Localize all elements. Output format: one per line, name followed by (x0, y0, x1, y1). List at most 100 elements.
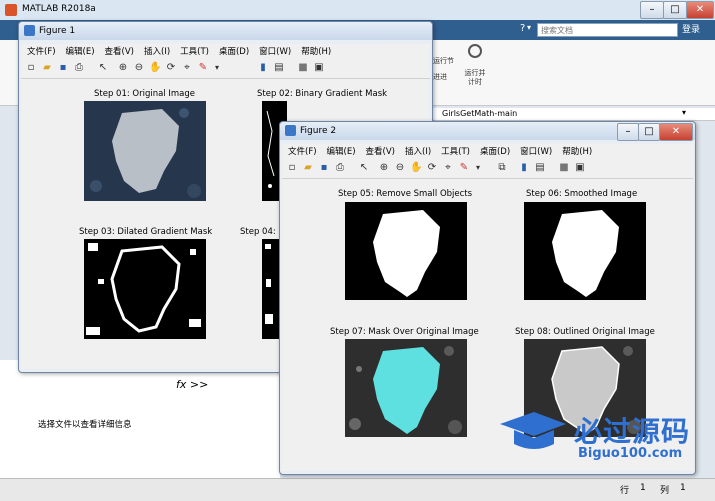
current-folder-path[interactable]: GirlsGetMath-main (442, 109, 517, 118)
image-step-01 (84, 101, 206, 201)
current-folder-bar: GirlsGetMath-main ▾ (430, 108, 715, 121)
hide-plot-tools-icon[interactable]: ■ (558, 162, 570, 174)
open-icon[interactable]: ▰ (302, 162, 314, 174)
figure-2-toolbar: ▫ ▰ ▪ ⎙ ↖ ⊕ ⊖ ✋ ⟳ ⌖ ✎ ▾ ⧉ ▮ ▤ ■ ▣ (282, 160, 693, 179)
data-cursor-icon[interactable]: ⌖ (442, 162, 454, 174)
open-icon[interactable]: ▰ (41, 62, 53, 74)
menu-edit[interactable]: 编辑(E) (327, 144, 356, 160)
details-panel: 选择文件以查看详细信息 (0, 360, 171, 478)
doc-search-input[interactable]: 搜索文档 (537, 23, 678, 37)
figure-2-close-button[interactable]: ✕ (659, 123, 693, 141)
zoom-in-icon[interactable]: ⊕ (378, 162, 390, 174)
col-label: 列 (660, 486, 670, 496)
brush-icon[interactable]: ✎ (458, 162, 470, 174)
image-step-06 (524, 202, 646, 300)
menu-help[interactable]: 帮助(H) (562, 144, 592, 160)
folder-dropdown-icon[interactable]: ▾ (682, 108, 686, 117)
caption-step-08: Step 08: Outlined Original Image (515, 327, 655, 337)
figure-2-maximize-button[interactable]: □ (638, 123, 660, 141)
zoom-out-icon[interactable]: ⊖ (133, 62, 145, 74)
menu-insert[interactable]: 插入(I) (405, 144, 431, 160)
matlab-logo-icon (5, 4, 17, 16)
menu-edit[interactable]: 编辑(E) (66, 44, 95, 60)
caption-step-03: Step 03: Dilated Gradient Mask (79, 227, 213, 237)
brush-dropdown-icon[interactable]: ▾ (211, 62, 223, 74)
legend-icon[interactable]: ▤ (273, 62, 285, 74)
continue-label[interactable]: 进进 (433, 72, 447, 82)
pointer-icon[interactable]: ↖ (97, 62, 109, 74)
menu-window[interactable]: 窗口(W) (520, 144, 552, 160)
link-plot-icon[interactable]: ⧉ (496, 162, 508, 174)
print-icon[interactable]: ⎙ (73, 62, 85, 74)
show-plot-tools-icon[interactable]: ▣ (313, 62, 325, 74)
help-dropdown-icon[interactable]: ▾ (527, 23, 531, 32)
figure-1-titlebar[interactable]: Figure 1 (19, 22, 432, 40)
figure-1-title: Figure 1 (39, 26, 76, 36)
colorbar-icon[interactable]: ▮ (518, 162, 530, 174)
figure-2-minimize-button[interactable]: – (617, 123, 639, 141)
menu-file[interactable]: 文件(F) (288, 144, 317, 160)
help-icon[interactable]: ? (520, 23, 525, 34)
menu-tools[interactable]: 工具(T) (441, 144, 470, 160)
pan-icon[interactable]: ✋ (149, 62, 161, 74)
figure-1-toolbar: ▫ ▰ ▪ ⎙ ↖ ⊕ ⊖ ✋ ⟳ ⌖ ✎ ▾ ▮ ▤ ■ ▣ (21, 60, 430, 79)
watermark-sub: Biguo100.com (578, 446, 683, 461)
watermark: 必过源码 Biguo100.com (498, 408, 708, 468)
run-time-icon[interactable] (468, 44, 482, 58)
menu-desktop[interactable]: 桌面(D) (219, 44, 249, 60)
hide-plot-tools-icon[interactable]: ■ (297, 62, 309, 74)
row-label: 行 (620, 486, 630, 496)
menu-file[interactable]: 文件(F) (27, 44, 56, 60)
matlab-titlebar: MATLAB R2018a – □ ✕ (0, 0, 715, 21)
menu-desktop[interactable]: 桌面(D) (480, 144, 510, 160)
pointer-icon[interactable]: ↖ (358, 162, 370, 174)
status-bar: 行 1 列 1 (0, 478, 715, 501)
maximize-button[interactable]: □ (663, 1, 687, 19)
watermark-main: 必过源码 (574, 415, 691, 448)
matlab-title: MATLAB R2018a (22, 4, 96, 14)
data-cursor-icon[interactable]: ⌖ (181, 62, 193, 74)
menu-insert[interactable]: 插入(I) (144, 44, 170, 60)
caption-step-05: Step 05: Remove Small Objects (338, 189, 473, 199)
figure-2-titlebar[interactable]: Figure 2 – □ ✕ (280, 122, 695, 141)
col-value: 1 (680, 483, 686, 493)
figure-2-menubar: 文件(F) 编辑(E) 查看(V) 插入(I) 工具(T) 桌面(D) 窗口(W) 帮助(H) (282, 144, 693, 160)
new-figure-icon[interactable]: ▫ (25, 62, 37, 74)
figure-1-menubar: 文件(F) 编辑(E) 查看(V) 插入(I) 工具(T) 桌面(D) 窗口(W) 帮助(H) (21, 44, 430, 60)
new-figure-icon[interactable]: ▫ (286, 162, 298, 174)
legend-icon[interactable]: ▤ (534, 162, 546, 174)
image-step-03 (84, 239, 206, 339)
save-icon[interactable]: ▪ (318, 162, 330, 174)
menu-tools[interactable]: 工具(T) (180, 44, 209, 60)
zoom-in-icon[interactable]: ⊕ (117, 62, 129, 74)
close-button[interactable]: ✕ (686, 1, 714, 19)
colorbar-icon[interactable]: ▮ (257, 62, 269, 74)
caption-step-06: Step 06: Smoothed Image (526, 189, 638, 199)
minimize-button[interactable]: – (640, 1, 664, 19)
login-button[interactable]: 登录 (682, 23, 708, 37)
caption-step-04: Step 04: I (240, 227, 281, 237)
brush-dropdown-icon[interactable]: ▾ (472, 162, 484, 174)
command-prompt: fx >> (176, 378, 209, 391)
run-section-label[interactable]: 运行节 (433, 56, 454, 66)
pan-icon[interactable]: ✋ (410, 162, 422, 174)
brush-icon[interactable]: ✎ (197, 62, 209, 74)
rotate-icon[interactable]: ⟳ (165, 62, 177, 74)
run-time-label[interactable]: 运行并 计时 (462, 69, 488, 87)
caption-step-01: Step 01: Original Image (94, 89, 196, 99)
details-placeholder: 选择文件以查看详细信息 (38, 420, 132, 430)
image-step-05 (345, 202, 467, 300)
menu-help[interactable]: 帮助(H) (301, 44, 331, 60)
figure-2-title: Figure 2 (300, 126, 337, 136)
save-icon[interactable]: ▪ (57, 62, 69, 74)
menu-view[interactable]: 查看(V) (366, 144, 395, 160)
rotate-icon[interactable]: ⟳ (426, 162, 438, 174)
caption-step-07: Step 07: Mask Over Original Image (330, 327, 479, 337)
show-plot-tools-icon[interactable]: ▣ (574, 162, 586, 174)
menu-view[interactable]: 查看(V) (105, 44, 134, 60)
menu-window[interactable]: 窗口(W) (259, 44, 291, 60)
zoom-out-icon[interactable]: ⊖ (394, 162, 406, 174)
figure-icon (285, 125, 296, 136)
print-icon[interactable]: ⎙ (334, 162, 346, 174)
command-window[interactable]: fx >> (170, 370, 280, 478)
